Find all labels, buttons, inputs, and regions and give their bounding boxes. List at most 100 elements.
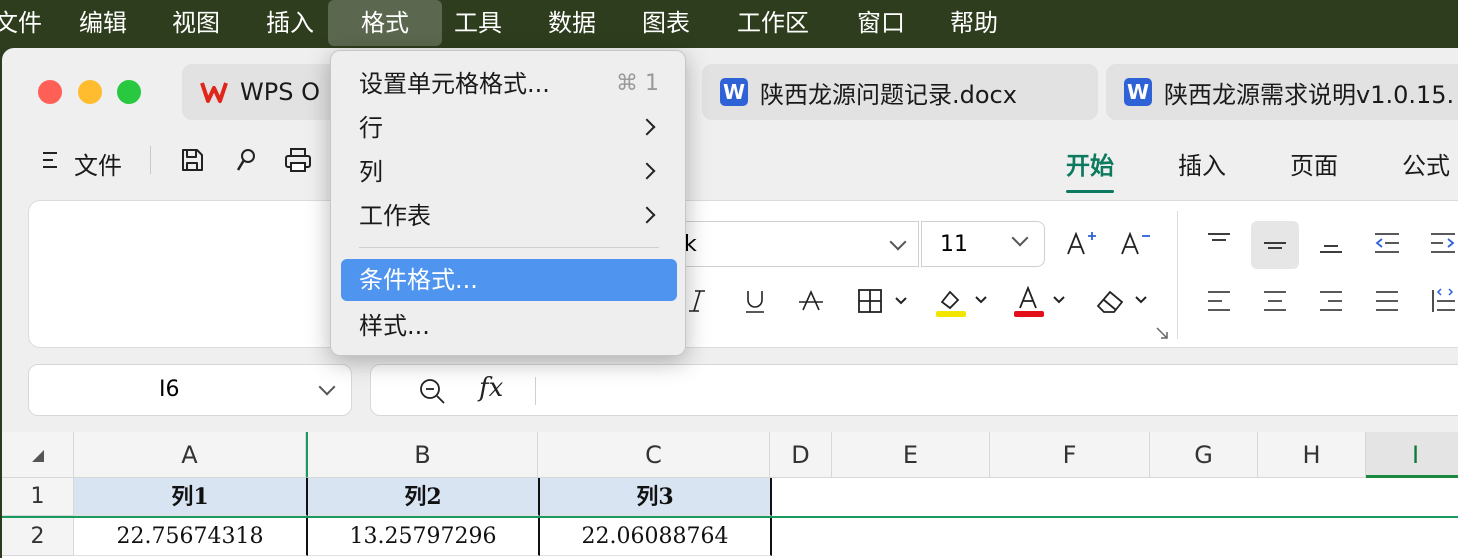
distributed-align-icon[interactable]	[1421, 279, 1458, 323]
align-center-icon[interactable]	[1253, 279, 1297, 323]
justify-icon[interactable]	[1365, 279, 1409, 323]
font-dialog-launcher-icon[interactable]	[1155, 325, 1169, 344]
column-header-b[interactable]: B	[306, 432, 538, 478]
menu-item-worksheet[interactable]: 工作表	[341, 195, 677, 237]
row-header-2[interactable]: 2	[2, 518, 74, 556]
function-fx-label[interactable]: fx	[479, 373, 503, 403]
column-header-a[interactable]: A	[74, 432, 306, 478]
ribbon-tab-page[interactable]: 页面	[1290, 146, 1338, 181]
menu-item-styles[interactable]: 样式...	[341, 305, 677, 347]
align-top-icon[interactable]	[1197, 221, 1241, 265]
quick-access-bar: 文件 开始 插入 页面 公式	[2, 138, 1458, 193]
table-header-cell[interactable]: 列1	[74, 478, 308, 516]
chevron-down-icon	[889, 233, 907, 251]
ribbon-tab-home[interactable]: 开始	[1066, 146, 1114, 193]
menu-edit[interactable]: 编辑	[72, 0, 134, 46]
clear-format-button[interactable]	[1089, 279, 1155, 323]
chevron-right-icon	[638, 206, 656, 224]
tab-doc-issues[interactable]: W 陕西龙源问题记录.docx	[702, 64, 1098, 120]
menu-item-format-cells[interactable]: 设置单元格格式... ⌘ 1	[341, 63, 677, 105]
underline-icon[interactable]	[733, 279, 777, 323]
ribbon-tab-formula[interactable]: 公式	[1402, 146, 1450, 181]
column-header-h[interactable]: H	[1258, 432, 1366, 478]
spreadsheet-grid[interactable]: A B C D E F G H I 1 2 列1 列2 列3 22.756743…	[2, 432, 1458, 558]
wps-logo-icon	[200, 78, 228, 106]
align-bottom-icon[interactable]	[1309, 221, 1353, 265]
font-size-select[interactable]: 11	[921, 221, 1045, 267]
column-header-g[interactable]: G	[1150, 432, 1258, 478]
tab-doc-requirements[interactable]: W 陕西龙源需求说明v1.0.15.	[1106, 64, 1458, 120]
word-doc-icon: W	[1124, 78, 1152, 106]
ribbon-tab-insert[interactable]: 插入	[1178, 146, 1226, 181]
decrease-font-size-icon[interactable]	[1113, 221, 1157, 265]
formula-bar[interactable]: fx	[370, 364, 1458, 416]
menu-chart[interactable]: 图表	[635, 0, 697, 46]
menu-item-column[interactable]: 列	[341, 151, 677, 193]
menu-separator	[359, 247, 659, 248]
table-cell[interactable]: 22.06088764	[540, 518, 772, 556]
menu-item-conditional-formatting[interactable]: 条件格式...	[341, 259, 677, 301]
word-doc-icon: W	[720, 78, 748, 106]
column-header-i[interactable]: I	[1366, 432, 1458, 478]
save-icon[interactable]	[176, 144, 208, 176]
borders-button[interactable]	[851, 279, 917, 323]
tab-label: 陕西龙源需求说明v1.0.15.	[1164, 80, 1455, 109]
menu-file[interactable]: 文件	[0, 0, 42, 46]
menu-item-label: 条件格式...	[359, 266, 478, 294]
font-name-select[interactable]: k	[679, 221, 919, 267]
menubar: 文件 编辑 视图 插入 格式 工具 数据 图表 工作区 窗口 帮助	[0, 0, 1458, 48]
zoom-window-button[interactable]	[117, 80, 141, 104]
shortcut-label: ⌘ 1	[616, 71, 659, 96]
app-window: WPS O W 陕西龙源问题记录.docx W 陕西龙源需求说明v1.0.15.…	[2, 48, 1458, 558]
column-header-d[interactable]: D	[770, 432, 832, 478]
column-header-c[interactable]: C	[538, 432, 770, 478]
menu-item-label: 设置单元格格式...	[359, 70, 550, 98]
select-all-corner[interactable]	[2, 432, 74, 478]
chevron-right-icon	[638, 162, 656, 180]
format-painter-icon[interactable]	[230, 144, 262, 176]
menu-data[interactable]: 数据	[541, 0, 603, 46]
divider	[535, 377, 536, 405]
file-menu-label[interactable]: 文件	[74, 146, 122, 181]
divider	[1177, 211, 1178, 339]
row-header-1[interactable]: 1	[2, 478, 74, 516]
cell-reference: I6	[159, 377, 180, 402]
menu-tools[interactable]: 工具	[447, 0, 509, 46]
minimize-window-button[interactable]	[78, 80, 102, 104]
tab-label: 陕西龙源问题记录.docx	[760, 80, 1017, 109]
table-header-cell[interactable]: 列2	[308, 478, 540, 516]
table-cell[interactable]: 13.25797296	[308, 518, 540, 556]
column-header-f[interactable]: F	[990, 432, 1150, 478]
divider	[150, 146, 151, 174]
menu-insert[interactable]: 插入	[259, 0, 321, 46]
tab-wps-home[interactable]: WPS O	[182, 64, 342, 120]
strikethrough-icon[interactable]	[789, 279, 833, 323]
fill-color-button[interactable]	[929, 279, 995, 323]
zoom-magnifier-icon[interactable]	[417, 376, 447, 410]
menu-item-label: 样式...	[359, 312, 430, 340]
menu-workspace[interactable]: 工作区	[728, 0, 818, 46]
font-color-button[interactable]	[1007, 279, 1073, 323]
menu-help[interactable]: 帮助	[943, 0, 1005, 46]
chevron-down-icon	[1011, 229, 1029, 247]
menu-format[interactable]: 格式	[328, 0, 442, 46]
decrease-indent-icon[interactable]	[1365, 221, 1409, 265]
menu-view[interactable]: 视图	[165, 0, 227, 46]
menu-window[interactable]: 窗口	[850, 0, 912, 46]
table-header-cell[interactable]: 列3	[540, 478, 772, 516]
menu-item-label: 行	[359, 114, 383, 142]
align-left-icon[interactable]	[1197, 279, 1241, 323]
align-right-icon[interactable]	[1309, 279, 1353, 323]
increase-indent-icon[interactable]	[1421, 221, 1458, 265]
table-cell[interactable]: 22.75674318	[74, 518, 308, 556]
close-window-button[interactable]	[38, 80, 62, 104]
print-icon[interactable]	[282, 144, 314, 176]
hamburger-menu-icon[interactable]	[34, 144, 66, 176]
menu-item-label: 列	[359, 158, 383, 186]
align-middle-icon[interactable]	[1251, 221, 1299, 269]
menu-item-row[interactable]: 行	[341, 107, 677, 149]
menu-item-label: 工作表	[359, 202, 431, 230]
increase-font-size-icon[interactable]	[1059, 221, 1103, 265]
column-header-e[interactable]: E	[832, 432, 990, 478]
name-box[interactable]: I6	[28, 364, 352, 416]
